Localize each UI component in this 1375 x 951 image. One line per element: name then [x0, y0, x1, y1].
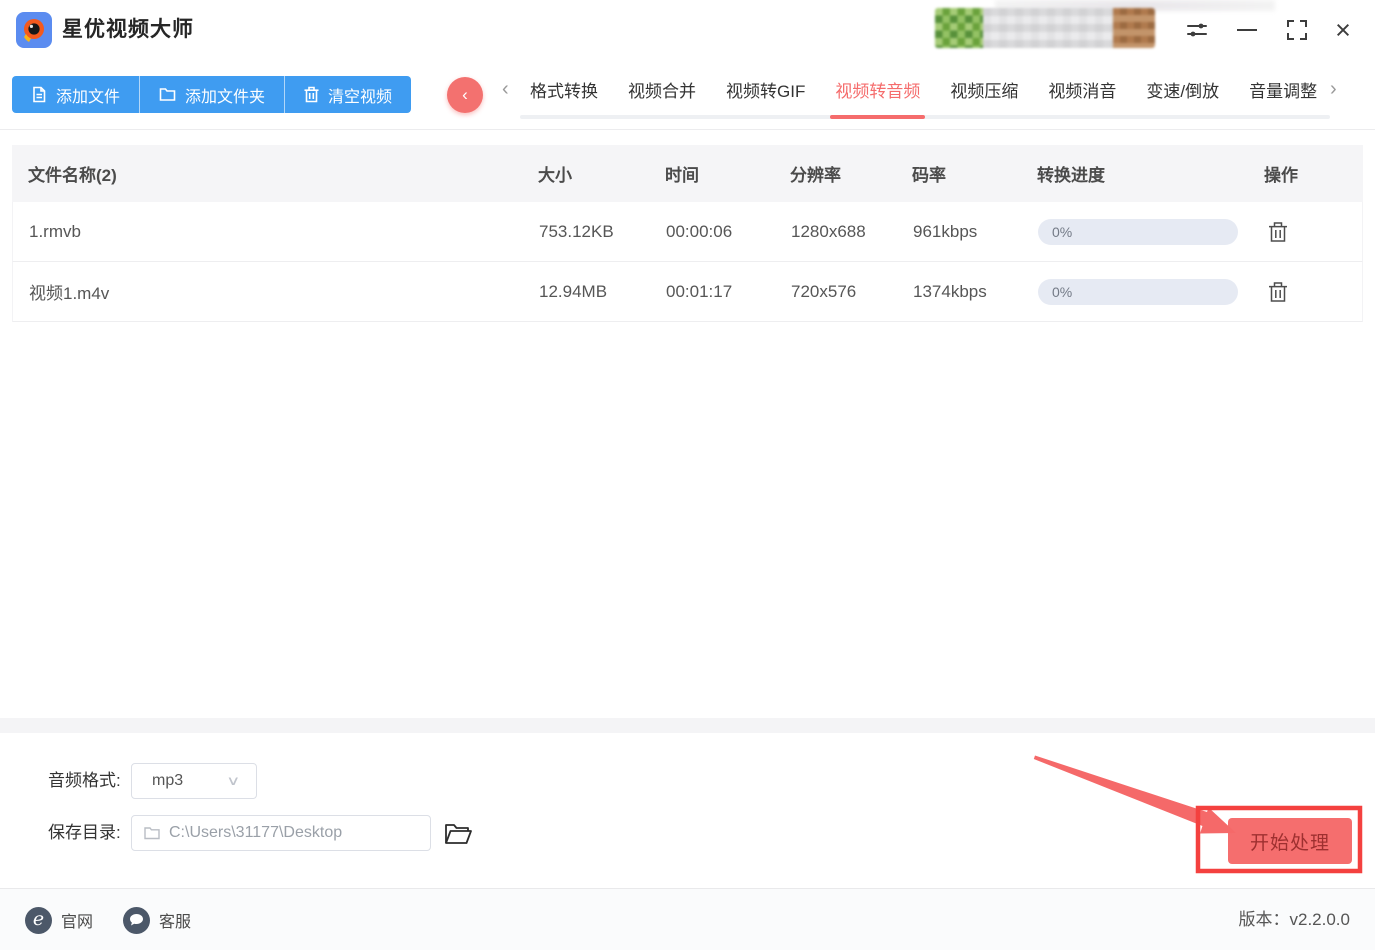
user-name-blurred	[983, 8, 1113, 48]
tab-video-to-gif[interactable]: 视频转GIF	[726, 60, 805, 118]
tab-video-mute[interactable]: 视频消音	[1048, 60, 1116, 118]
delete-row-button[interactable]	[1265, 219, 1291, 245]
save-dir-label: 保存目录:	[48, 823, 121, 842]
cell-resolution: 1280x688	[791, 221, 866, 241]
user-avatar-blurred	[935, 8, 983, 48]
tabs-scroll-right-icon[interactable]: ›	[1330, 60, 1337, 118]
toolbar-row: 添加文件 添加文件夹 清空视频 ‹ ‹ 格式转换 视频合并 视频转GIF 视频转…	[0, 60, 1375, 130]
col-header-size: 大小	[538, 166, 572, 185]
chat-bubble-icon	[123, 906, 150, 934]
save-dir-value: C:\Users\31177\Desktop	[169, 824, 343, 841]
cell-file-name: 视频1.m4v	[29, 284, 110, 303]
app-logo-icon	[16, 12, 52, 48]
clear-videos-button[interactable]: 清空视频	[285, 76, 412, 113]
audio-format-label: 音频格式:	[48, 771, 121, 790]
col-header-bitrate: 码率	[912, 166, 946, 185]
minimize-icon[interactable]	[1231, 14, 1263, 46]
tab-speed-reverse[interactable]: 变速/倒放	[1146, 60, 1219, 118]
add-file-label: 添加文件	[56, 88, 121, 106]
tab-video-to-audio[interactable]: 视频转音频	[830, 60, 926, 119]
cell-resolution: 720x576	[791, 281, 857, 301]
customer-support-link[interactable]: 客服	[123, 889, 191, 951]
output-settings-panel: 音频格式: mp3 ∨ 保存目录: C:\Users\31177\Desktop…	[0, 733, 1375, 888]
tab-volume-adjust[interactable]: 音量调整	[1249, 60, 1317, 118]
col-header-progress: 转换进度	[1037, 166, 1105, 185]
cell-file-name: 1.rmvb	[29, 221, 81, 241]
trash-icon	[1269, 281, 1287, 302]
maximize-icon[interactable]	[1281, 14, 1313, 46]
add-folder-button[interactable]: 添加文件夹	[140, 76, 286, 113]
audio-format-select[interactable]: mp3 ∨	[131, 763, 257, 799]
audio-format-value: mp3	[152, 772, 184, 789]
progress-bar: 0%	[1038, 218, 1238, 245]
file-actions-group: 添加文件 添加文件夹 清空视频	[12, 76, 412, 113]
cell-file-size: 12.94MB	[539, 281, 608, 301]
tabs-scroll-left-icon[interactable]: ‹	[502, 60, 509, 118]
chevron-down-icon: ∨	[226, 773, 241, 788]
tab-video-compress[interactable]: 视频压缩	[950, 60, 1018, 118]
save-dir-input[interactable]: C:\Users\31177\Desktop	[131, 815, 431, 851]
col-header-name: 文件名称(2)	[28, 166, 117, 185]
feature-tabs: 格式转换 视频合并 视频转GIF 视频转音频 视频压缩 视频消音 变速/倒放 音…	[530, 60, 1317, 119]
file-icon	[33, 86, 46, 103]
folder-icon	[144, 827, 160, 840]
table-header-row: 文件名称(2) 大小 时间 分辨率 码率 转换进度 操作	[12, 145, 1363, 202]
customer-support-label: 客服	[159, 914, 192, 931]
settings-sliders-icon[interactable]	[1181, 14, 1213, 46]
start-processing-button[interactable]: 开始处理	[1228, 818, 1352, 864]
cell-duration: 00:00:06	[666, 221, 733, 241]
cell-duration: 00:01:17	[666, 281, 733, 301]
panel-gap	[0, 718, 1375, 733]
back-chevron-icon: ‹	[462, 85, 468, 104]
browser-e-icon: e	[25, 906, 52, 934]
col-header-duration: 时间	[665, 166, 699, 185]
footer: e 官网 客服 版本：v2.2.0.0	[0, 888, 1375, 950]
app-title: 星优视频大师	[62, 18, 194, 41]
tab-format-convert[interactable]: 格式转换	[530, 60, 598, 118]
trash-icon	[1269, 221, 1287, 242]
user-info-blurred	[935, 8, 1155, 48]
cell-file-size: 753.12KB	[539, 221, 614, 241]
version-text: 版本：v2.2.0.0	[1238, 910, 1351, 929]
add-file-button[interactable]: 添加文件	[12, 76, 141, 113]
col-header-action: 操作	[1264, 166, 1298, 185]
cell-bitrate: 961kbps	[913, 221, 978, 241]
trash-icon	[304, 86, 319, 103]
tab-video-merge[interactable]: 视频合并	[628, 60, 696, 118]
browse-folder-button[interactable]	[443, 820, 473, 848]
close-icon[interactable]: ×	[1327, 14, 1359, 46]
cell-bitrate: 1374kbps	[913, 281, 987, 301]
col-header-resolution: 分辨率	[790, 166, 841, 185]
add-folder-label: 添加文件夹	[185, 88, 266, 106]
user-badge-blurred	[1113, 8, 1155, 48]
toolbar-divider	[0, 129, 1375, 130]
delete-row-button[interactable]	[1265, 279, 1291, 305]
official-site-link[interactable]: e 官网	[25, 889, 93, 951]
clear-videos-label: 清空视频	[328, 88, 393, 106]
table-row: 1.rmvb 753.12KB 00:00:06 1280x688 961kbp…	[12, 202, 1363, 262]
progress-bar: 0%	[1038, 278, 1238, 305]
folder-icon	[159, 88, 176, 101]
back-circle-button[interactable]: ‹	[447, 77, 483, 113]
table-row: 视频1.m4v 12.94MB 00:01:17 720x576 1374kbp…	[12, 262, 1363, 322]
official-site-label: 官网	[61, 914, 94, 931]
open-folder-icon	[445, 824, 472, 844]
titlebar: 星优视频大师 ×	[0, 0, 1375, 60]
file-table: 文件名称(2) 大小 时间 分辨率 码率 转换进度 操作 1.rmvb 753.…	[12, 145, 1363, 322]
